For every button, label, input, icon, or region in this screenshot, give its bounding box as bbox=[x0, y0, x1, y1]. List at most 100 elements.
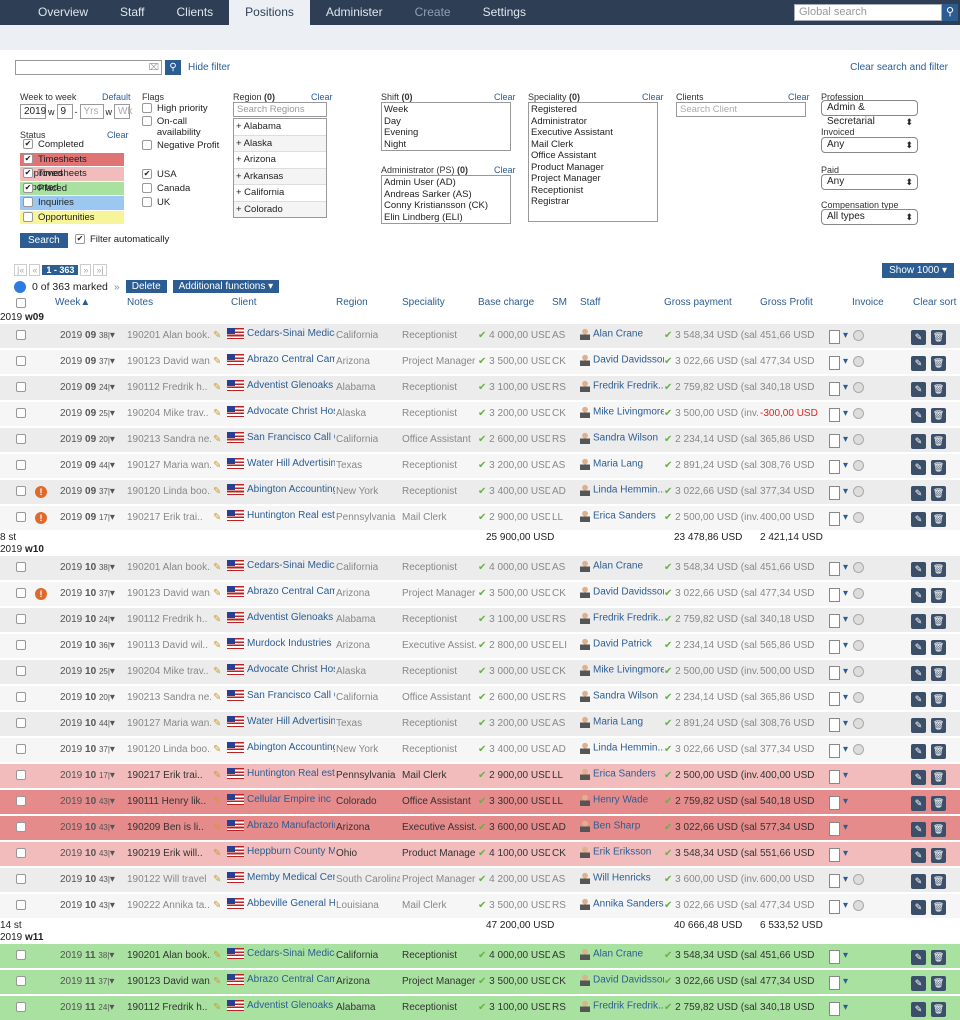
delete-icon[interactable]: 🗑 bbox=[931, 382, 946, 397]
row-staff-name[interactable]: Will Henricks bbox=[593, 873, 651, 884]
table-row[interactable]: ! 2019 09 17|▾ 190217 Erik trai.. ✎ Huntingt… bbox=[0, 506, 960, 530]
payment-status-icon[interactable] bbox=[853, 874, 864, 885]
row-notes[interactable]: 190113 David wil.. bbox=[127, 640, 211, 651]
row-dropdown-icon[interactable]: ▾ bbox=[110, 562, 115, 573]
row-dropdown-icon[interactable]: ▾ bbox=[110, 874, 115, 885]
edit-icon[interactable]: ✎ bbox=[911, 744, 926, 759]
row-staff-name[interactable]: Fredrik Fredrik... bbox=[593, 381, 664, 392]
table-row[interactable]: 2019 10 17|▾ 190217 Erik trai.. ✎ Huntingto… bbox=[0, 764, 960, 788]
row-client-name[interactable]: Abington Accounting... bbox=[247, 484, 335, 495]
edit-icon[interactable]: ✎ bbox=[911, 666, 926, 681]
row-client-name[interactable]: San Francisco Call C... bbox=[247, 432, 335, 443]
row-notes[interactable]: 190127 Maria wan.. bbox=[127, 718, 211, 729]
invoice-dropdown-icon[interactable]: ▾ bbox=[843, 460, 848, 471]
row-dropdown-icon[interactable]: ▾ bbox=[110, 434, 115, 445]
row-staff[interactable]: Annika Sanders bbox=[580, 898, 664, 910]
row-checkbox[interactable] bbox=[16, 562, 26, 572]
edit-icon[interactable]: ✎ bbox=[911, 1002, 926, 1017]
invoice-dropdown-icon[interactable]: ▾ bbox=[843, 562, 848, 573]
row-staff[interactable]: Henry Wade bbox=[580, 794, 664, 806]
row-client[interactable]: Water Hill Advertising bbox=[227, 716, 335, 727]
row-dropdown-icon[interactable]: ▾ bbox=[110, 382, 115, 393]
edit-icon[interactable]: ✎ bbox=[911, 562, 926, 577]
row-staff-name[interactable]: Sandra Wilson bbox=[593, 433, 658, 444]
invoice-dropdown-icon[interactable]: ▾ bbox=[843, 718, 848, 729]
row-client[interactable]: Abington Accounting... bbox=[227, 742, 335, 753]
row-staff-name[interactable]: Fredrik Fredrik... bbox=[593, 1001, 664, 1012]
row-client-name[interactable]: Murdock Industries bbox=[247, 638, 331, 649]
row-dropdown-icon[interactable]: ▾ bbox=[110, 614, 115, 625]
row-client[interactable]: Murdock Industries bbox=[227, 638, 335, 649]
payment-status-icon[interactable] bbox=[853, 408, 864, 419]
edit-icon[interactable]: ✎ bbox=[911, 330, 926, 345]
row-staff[interactable]: Alan Crane bbox=[580, 560, 664, 572]
edit-icon[interactable]: ✎ bbox=[911, 796, 926, 811]
payment-status-icon[interactable] bbox=[853, 460, 864, 471]
row-checkbox[interactable] bbox=[16, 434, 26, 444]
table-row[interactable]: 2019 11 24|▾ 190112 Fredrik h.. ✎ Adventist… bbox=[0, 996, 960, 1020]
invoice-document-icon[interactable] bbox=[829, 900, 840, 914]
invoice-dropdown-icon[interactable]: ▾ bbox=[843, 900, 848, 911]
row-staff[interactable]: Linda Hemmin... bbox=[580, 742, 664, 754]
payment-status-icon[interactable] bbox=[853, 512, 864, 523]
row-client-name[interactable]: Huntington Real est... bbox=[247, 768, 335, 779]
delete-icon[interactable]: 🗑 bbox=[931, 330, 946, 345]
delete-icon[interactable]: 🗑 bbox=[931, 666, 946, 681]
row-dropdown-icon[interactable]: ▾ bbox=[110, 666, 115, 677]
row-client-name[interactable]: Huntington Real est... bbox=[247, 510, 335, 521]
row-checkbox[interactable] bbox=[16, 356, 26, 366]
row-notes[interactable]: 190112 Fredrik h.. bbox=[127, 614, 211, 625]
row-client-name[interactable]: Abington Accounting... bbox=[247, 742, 335, 753]
row-client-name[interactable]: Abrazo Central Cam... bbox=[247, 974, 335, 985]
edit-icon[interactable]: ✎ bbox=[911, 434, 926, 449]
row-client-name[interactable]: Cedars-Sinai Medical... bbox=[247, 328, 335, 339]
row-client-name[interactable]: Cedars-Sinai Medical... bbox=[247, 948, 335, 959]
row-notes[interactable]: 190123 David wan.. bbox=[127, 976, 211, 987]
row-checkbox[interactable] bbox=[16, 976, 26, 986]
row-staff-name[interactable]: Alan Crane bbox=[593, 329, 643, 340]
row-staff[interactable]: Maria Lang bbox=[580, 458, 664, 470]
invoice-document-icon[interactable] bbox=[829, 796, 840, 810]
edit-pencil-icon[interactable]: ✎ bbox=[213, 770, 221, 781]
row-dropdown-icon[interactable]: ▾ bbox=[110, 460, 115, 471]
invoice-document-icon[interactable] bbox=[829, 744, 840, 758]
edit-icon[interactable]: ✎ bbox=[911, 356, 926, 371]
edit-pencil-icon[interactable]: ✎ bbox=[213, 588, 221, 599]
edit-icon[interactable]: ✎ bbox=[911, 408, 926, 423]
delete-icon[interactable]: 🗑 bbox=[931, 718, 946, 733]
warning-icon[interactable]: ! bbox=[35, 588, 47, 600]
edit-pencil-icon[interactable]: ✎ bbox=[213, 744, 221, 755]
delete-icon[interactable]: 🗑 bbox=[931, 588, 946, 603]
row-notes[interactable]: 190201 Alan book.. bbox=[127, 330, 211, 341]
invoice-dropdown-icon[interactable]: ▾ bbox=[843, 976, 848, 987]
row-client[interactable]: Water Hill Advertising bbox=[227, 458, 335, 469]
invoice-dropdown-icon[interactable]: ▾ bbox=[843, 588, 848, 599]
row-notes[interactable]: 190120 Linda boo.. bbox=[127, 486, 211, 497]
delete-icon[interactable]: 🗑 bbox=[931, 356, 946, 371]
row-notes[interactable]: 190217 Erik trai.. bbox=[127, 512, 211, 523]
row-staff[interactable]: Fredrik Fredrik... bbox=[580, 1000, 664, 1012]
payment-status-icon[interactable] bbox=[853, 382, 864, 393]
delete-icon[interactable]: 🗑 bbox=[931, 692, 946, 707]
row-dropdown-icon[interactable]: ▾ bbox=[110, 848, 115, 859]
edit-pencil-icon[interactable]: ✎ bbox=[213, 976, 221, 987]
invoice-document-icon[interactable] bbox=[829, 1002, 840, 1016]
delete-icon[interactable]: 🗑 bbox=[931, 976, 946, 991]
invoice-dropdown-icon[interactable]: ▾ bbox=[843, 512, 848, 523]
invoice-document-icon[interactable] bbox=[829, 588, 840, 602]
payment-status-icon[interactable] bbox=[853, 692, 864, 703]
row-checkbox[interactable] bbox=[16, 512, 26, 522]
row-client[interactable]: Memby Medical Cent... bbox=[227, 872, 335, 883]
row-notes[interactable]: 190123 David wan.. bbox=[127, 356, 211, 367]
row-client-name[interactable]: Advocate Christ Hos... bbox=[247, 406, 335, 417]
row-notes[interactable]: 190209 Ben is li.. bbox=[127, 822, 211, 833]
row-staff[interactable]: Alan Crane bbox=[580, 328, 664, 340]
row-staff-name[interactable]: Erica Sanders bbox=[593, 769, 656, 780]
row-client[interactable]: Abrazo Manufactoring bbox=[227, 820, 335, 831]
row-checkbox[interactable] bbox=[16, 640, 26, 650]
edit-icon[interactable]: ✎ bbox=[911, 692, 926, 707]
row-client[interactable]: Adventist Glenoaks bbox=[227, 612, 335, 623]
row-notes[interactable]: 190217 Erik trai.. bbox=[127, 770, 211, 781]
edit-icon[interactable]: ✎ bbox=[911, 848, 926, 863]
row-dropdown-icon[interactable]: ▾ bbox=[110, 796, 115, 807]
